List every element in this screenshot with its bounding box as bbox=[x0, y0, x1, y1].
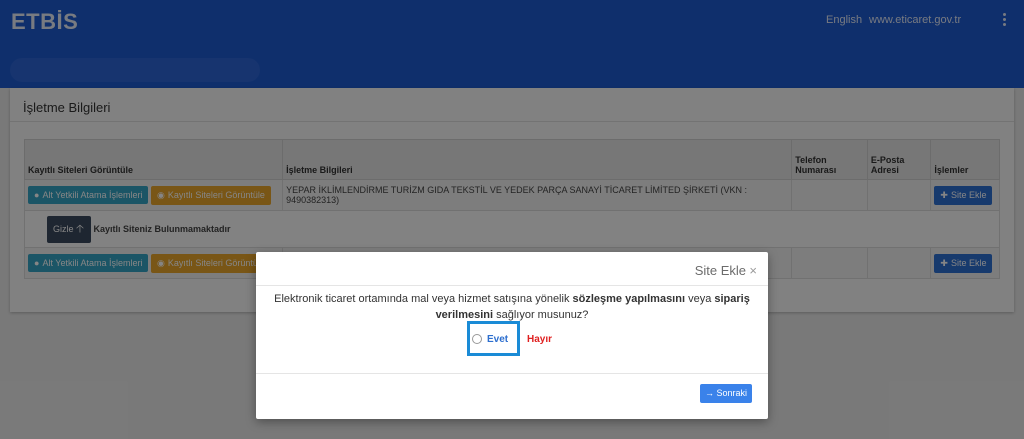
no-option[interactable]: Hayır bbox=[527, 334, 552, 345]
modal-title: Site Ekle bbox=[694, 263, 746, 278]
modal-footer-divider bbox=[256, 373, 768, 374]
close-icon[interactable]: × bbox=[749, 263, 757, 278]
yes-radio[interactable] bbox=[472, 334, 482, 344]
add-site-modal: Site Ekle × Elektronik ticaret ortamında… bbox=[256, 252, 768, 419]
modal-question: Elektronik ticaret ortamında mal veya hi… bbox=[274, 293, 750, 321]
next-button[interactable]: → Sonraki bbox=[700, 384, 752, 403]
modal-divider bbox=[256, 285, 768, 286]
yes-option[interactable]: Evet bbox=[487, 334, 508, 345]
arrow-right-icon: → bbox=[704, 388, 714, 398]
